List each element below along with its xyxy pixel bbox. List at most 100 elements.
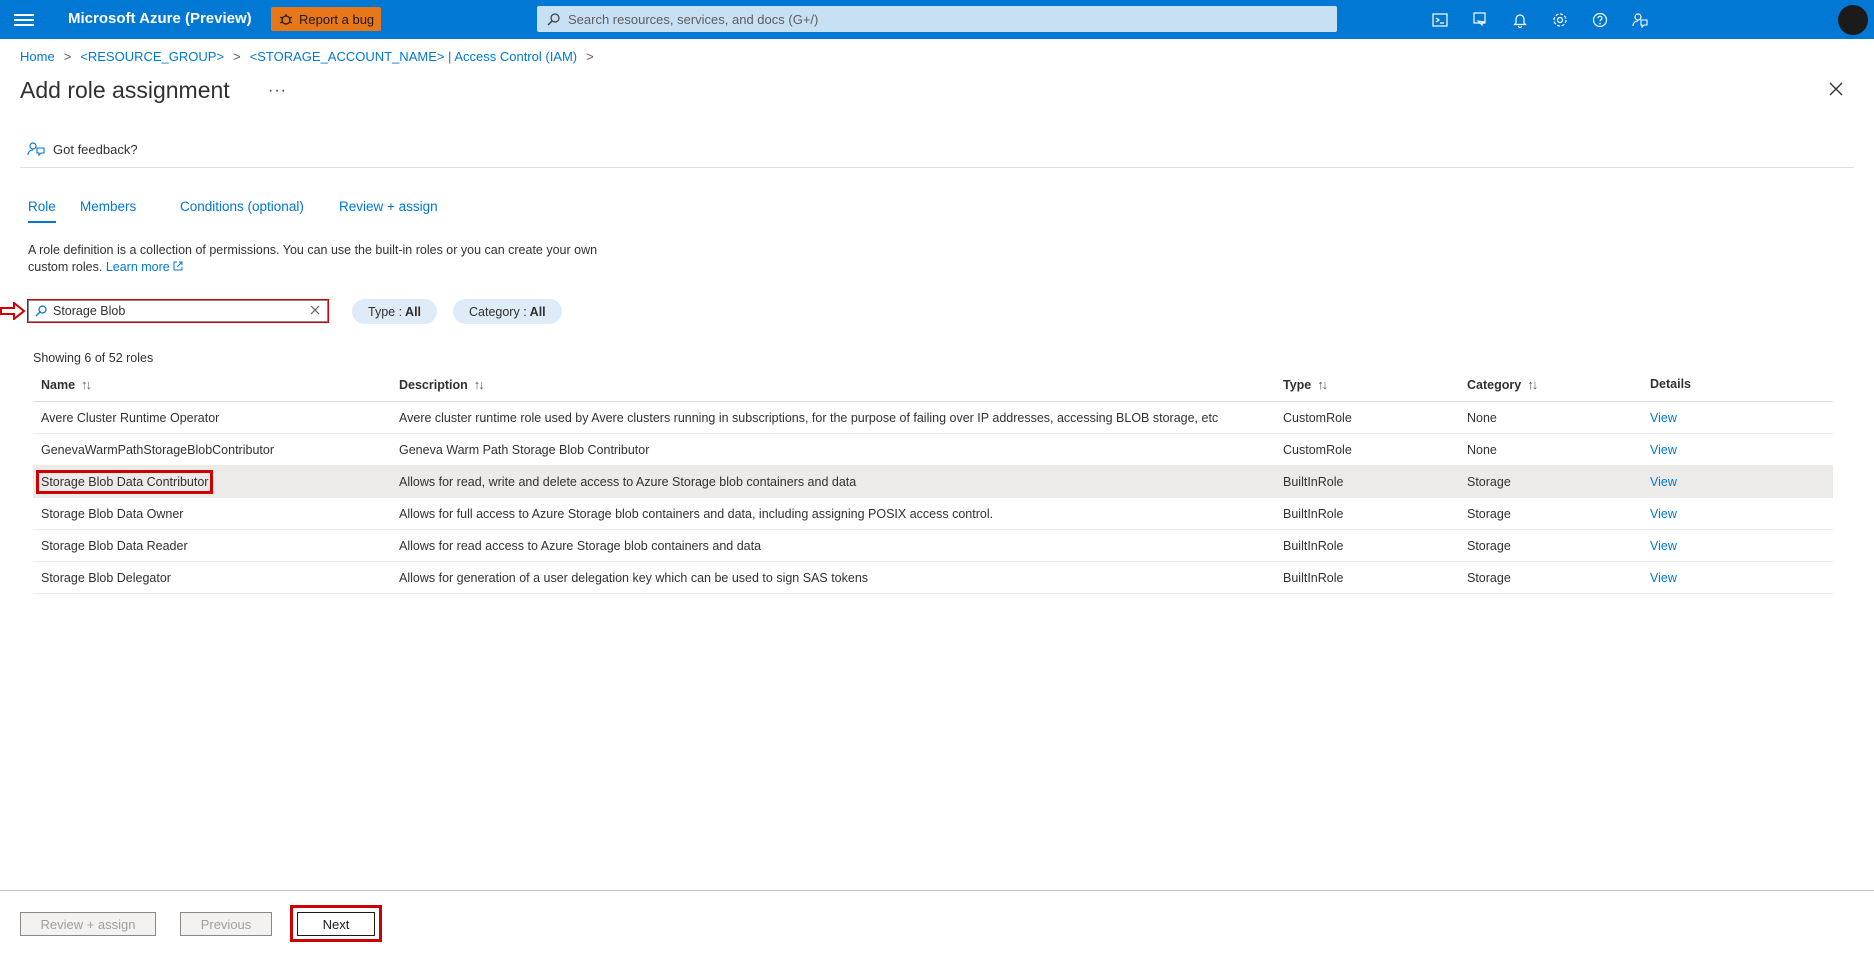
feedback-label: Got feedback? xyxy=(53,141,138,157)
view-details-link[interactable]: View xyxy=(1650,571,1677,585)
chevron-right-icon: > xyxy=(63,49,72,64)
role-category: Storage xyxy=(1467,507,1511,521)
breadcrumb-resource-group[interactable]: <RESOURCE_GROUP> xyxy=(80,49,224,64)
view-details-link[interactable]: View xyxy=(1650,411,1677,425)
tab-role[interactable]: Role xyxy=(28,199,56,223)
table-header: Name ↑↓ Description ↑↓ Type ↑↓ Category ↑↓ D… xyxy=(33,368,1833,402)
role-description: Allows for read, write and delete access… xyxy=(399,475,857,489)
role-description: Allows for full access to Azure Storage … xyxy=(399,507,994,521)
search-icon xyxy=(547,12,560,25)
category-filter-label: Category : xyxy=(469,304,527,319)
category-filter-pill[interactable]: Category : All xyxy=(453,299,562,324)
role-type: BuiltInRole xyxy=(1283,507,1344,521)
table-row[interactable]: Storage Blob Delegator Allows for genera… xyxy=(33,562,1833,594)
view-details-link[interactable]: View xyxy=(1650,443,1677,457)
column-category[interactable]: Category ↑↓ xyxy=(1467,377,1538,392)
column-type[interactable]: Type ↑↓ xyxy=(1283,377,1328,392)
table-row[interactable]: Storage Blob Data Owner Allows for full … xyxy=(33,498,1833,530)
role-category: None xyxy=(1467,411,1497,425)
role-category: Storage xyxy=(1467,475,1511,489)
results-count: Showing 6 of 52 roles xyxy=(33,351,154,365)
role-type: BuiltInRole xyxy=(1283,475,1344,489)
role-description: Geneva Warm Path Storage Blob Contributo… xyxy=(399,443,650,457)
report-bug-label: Report a bug xyxy=(299,11,375,27)
role-type: CustomRole xyxy=(1283,411,1352,425)
role-search-input[interactable]: Storage Blob xyxy=(27,299,329,323)
sort-icon[interactable]: ↑↓ xyxy=(1527,377,1538,392)
table-row[interactable]: Storage Blob Data Reader Allows for read… xyxy=(33,530,1833,562)
roles-table: Name ↑↓ Description ↑↓ Type ↑↓ Category ↑↓ D… xyxy=(33,368,1833,594)
type-filter-pill[interactable]: Type : All xyxy=(352,299,438,324)
role-name: GenevaWarmPathStorageBlobContributor xyxy=(41,443,274,457)
review-assign-button[interactable]: Review + assign xyxy=(20,912,156,936)
role-description: Allows for generation of a user delegati… xyxy=(399,571,869,585)
feedback-button[interactable]: Got feedback? xyxy=(27,141,138,157)
more-options-button[interactable]: ··· xyxy=(268,82,287,100)
tab-review-assign[interactable]: Review + assign xyxy=(339,199,438,214)
column-details: Details xyxy=(1650,377,1691,391)
view-details-link[interactable]: View xyxy=(1650,539,1677,553)
sort-icon[interactable]: ↑↓ xyxy=(81,377,92,392)
clear-icon[interactable] xyxy=(309,304,321,316)
role-search-value: Storage Blob xyxy=(53,304,126,318)
avatar[interactable] xyxy=(1838,5,1868,35)
menu-icon[interactable] xyxy=(14,11,34,27)
view-details-link[interactable]: View xyxy=(1650,507,1677,521)
feedback-person-icon xyxy=(27,142,45,157)
cloud-shell-icon[interactable] xyxy=(1420,0,1460,39)
top-bar: Microsoft Azure (Preview) Report a bug S… xyxy=(0,0,1874,39)
external-link-icon xyxy=(173,261,183,271)
page-title: Add role assignment xyxy=(20,77,230,103)
close-icon[interactable] xyxy=(1827,80,1845,98)
table-row[interactable]: Avere Cluster Runtime Operator Avere clu… xyxy=(33,402,1833,434)
breadcrumb-home[interactable]: Home xyxy=(20,49,55,64)
help-icon[interactable] xyxy=(1580,0,1620,39)
footer-divider xyxy=(0,890,1874,891)
tab-members[interactable]: Members xyxy=(80,199,136,214)
previous-button[interactable]: Previous xyxy=(180,912,272,936)
role-category: Storage xyxy=(1467,539,1511,553)
table-row[interactable]: GenevaWarmPathStorageBlobContributor Gen… xyxy=(33,434,1833,466)
feedback-icon[interactable] xyxy=(1620,0,1660,39)
role-description: Allows for read access to Azure Storage … xyxy=(399,539,762,553)
directory-filter-icon[interactable] xyxy=(1460,0,1500,39)
search-icon xyxy=(35,305,47,317)
report-bug-button[interactable]: Report a bug xyxy=(271,7,381,31)
type-filter-value: All xyxy=(405,304,422,319)
chevron-right-icon: > xyxy=(233,49,241,64)
role-name: Storage Blob Data Reader xyxy=(41,539,188,553)
arrow-right-icon xyxy=(0,302,26,320)
global-search[interactable]: Search resources, services, and docs (G+… xyxy=(537,6,1337,32)
sort-icon[interactable]: ↑↓ xyxy=(474,377,485,392)
divider xyxy=(20,167,1854,168)
type-filter-label: Type : xyxy=(368,304,403,319)
column-description[interactable]: Description ↑↓ xyxy=(399,377,485,392)
chevron-right-icon: > xyxy=(586,49,594,64)
global-search-placeholder: Search resources, services, and docs (G+… xyxy=(568,11,819,27)
column-name[interactable]: Name ↑↓ xyxy=(41,377,92,392)
role-category: Storage xyxy=(1467,571,1511,585)
tab-conditions[interactable]: Conditions (optional) xyxy=(180,199,304,214)
next-button[interactable]: Next xyxy=(297,912,375,936)
role-type: BuiltInRole xyxy=(1283,539,1344,553)
intro-text: A role definition is a collection of per… xyxy=(28,242,628,276)
role-type: BuiltInRole xyxy=(1283,571,1344,585)
breadcrumb-storage-account[interactable]: <STORAGE_ACCOUNT_NAME> | Access Control … xyxy=(250,49,578,64)
breadcrumb: Home > <RESOURCE_GROUP> > <STORAGE_ACCOU… xyxy=(20,49,594,64)
settings-icon[interactable] xyxy=(1540,0,1580,39)
sort-icon[interactable]: ↑↓ xyxy=(1317,377,1328,392)
bug-icon xyxy=(279,14,293,25)
category-filter-value: All xyxy=(529,304,546,319)
role-name: Storage Blob Delegator xyxy=(41,571,171,585)
role-description: Avere cluster runtime role used by Avere… xyxy=(399,411,1219,425)
learn-more-link[interactable]: Learn more xyxy=(106,260,183,274)
role-type: CustomRole xyxy=(1283,443,1352,457)
view-details-link[interactable]: View xyxy=(1650,475,1677,489)
notifications-icon[interactable] xyxy=(1500,0,1540,39)
portal-brand[interactable]: Microsoft Azure (Preview) xyxy=(68,10,252,27)
role-name: Storage Blob Data Owner xyxy=(41,507,184,521)
role-name: Storage Blob Data Contributor xyxy=(35,470,214,494)
role-name: Avere Cluster Runtime Operator xyxy=(41,411,220,425)
role-category: None xyxy=(1467,443,1497,457)
table-row-selected[interactable]: Storage Blob Data Contributor Allows for… xyxy=(33,466,1833,498)
